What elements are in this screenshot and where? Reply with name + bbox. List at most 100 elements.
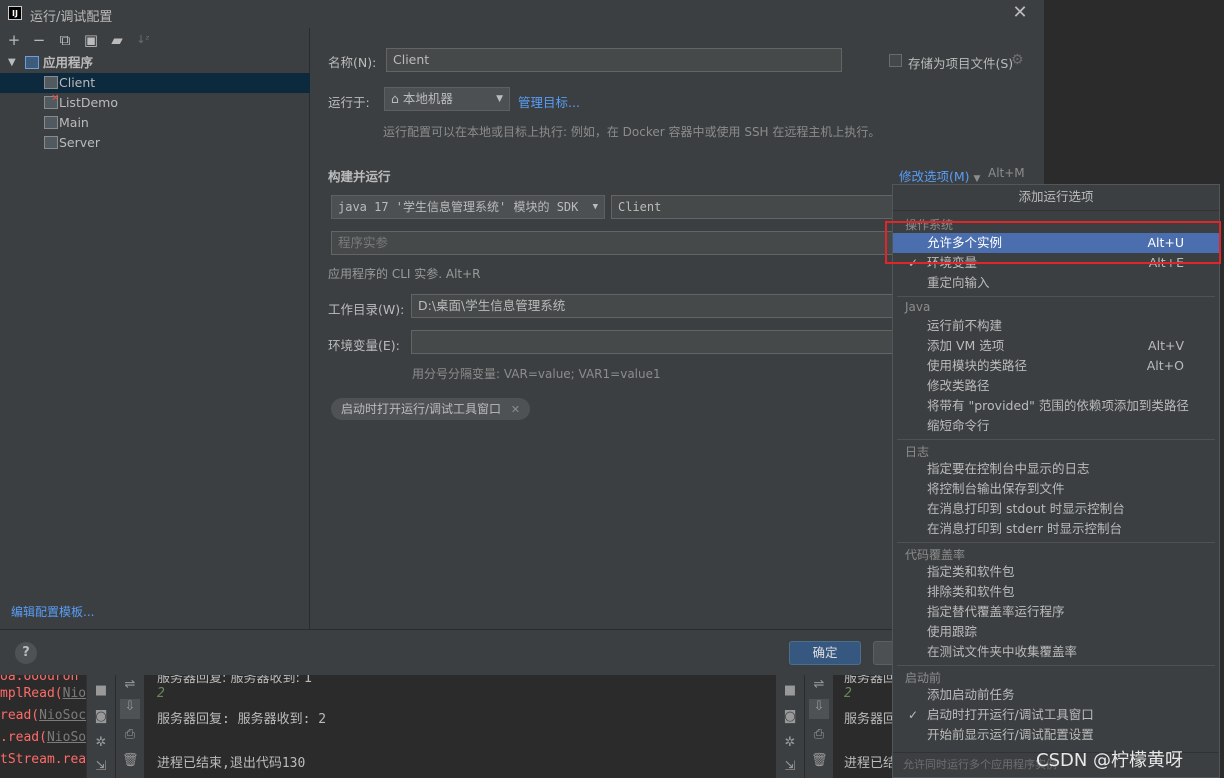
sdk-dropdown[interactable]: java 17 '学生信息管理系统' 模块的 SDK ▼ xyxy=(331,195,605,219)
trash-icon[interactable]: 🗑 xyxy=(811,753,828,769)
code-line: read(NioSock xyxy=(0,708,86,723)
popup-item[interactable]: 使用模块的类路径 Alt+O xyxy=(893,356,1219,376)
popup-item[interactable]: 使用跟踪 xyxy=(893,622,1219,642)
name-label: 名称(N): xyxy=(328,55,377,70)
popup-item[interactable]: 缩短命令行 xyxy=(893,416,1219,436)
tree-root-label: 应用程序 xyxy=(43,55,94,70)
console-line: 服务器回 xyxy=(844,712,897,727)
save-icon[interactable]: ▣ xyxy=(83,32,99,48)
console-line: 服务器回复: 服务器收到: 2 xyxy=(157,712,327,727)
code-line: .read(NioSo xyxy=(0,730,86,745)
sort-icon[interactable]: ↓ᶻ xyxy=(135,32,151,48)
folder-add-icon[interactable]: ▰ xyxy=(109,32,125,48)
add-icon[interactable]: + xyxy=(6,32,22,48)
popup-footer-text: 允许同时运行多个应用程序实例 xyxy=(903,758,1057,771)
edit-templates-link[interactable]: 编辑配置模板... xyxy=(11,603,94,620)
tree-root-application[interactable]: ▼ 应用程序 xyxy=(0,53,310,73)
modify-options-link[interactable]: 修改选项(M) ▼ xyxy=(899,166,980,185)
popup-item-label: 在测试文件夹中收集覆盖率 xyxy=(927,644,1078,659)
popup-group-title: 日志 xyxy=(905,445,930,459)
copy-icon[interactable]: ⧉ xyxy=(57,32,73,48)
popup-item[interactable]: 指定类和软件包 xyxy=(893,562,1219,582)
chip-label: 启动时打开运行/调试工具窗口 xyxy=(341,402,502,416)
console-toolbar-outer: ■ ◙ ✲ ⇲ xyxy=(87,675,115,778)
name-input[interactable]: Client xyxy=(386,48,842,72)
env-input[interactable] xyxy=(411,330,893,354)
code-line: mplRead(Nio xyxy=(0,686,86,701)
store-project-file-checkbox[interactable] xyxy=(889,54,902,67)
gear-icon[interactable]: ⚙ xyxy=(1011,52,1024,68)
popup-item[interactable]: 运行前不构建 xyxy=(893,316,1219,336)
dialog-titlebar[interactable] xyxy=(0,0,1044,28)
sdk-value: java 17 '学生信息管理系统' 模块的 SDK xyxy=(338,200,579,214)
workdir-label: 工作目录(W): xyxy=(328,302,405,317)
java-class-icon xyxy=(44,136,58,149)
tree-item-label: Client xyxy=(59,75,96,90)
home-icon: ⌂ xyxy=(391,91,399,106)
settings-icon[interactable]: ✲ xyxy=(93,735,109,751)
popup-item[interactable]: 排除类和软件包 xyxy=(893,582,1219,602)
print-icon[interactable]: ⎙ xyxy=(811,727,827,743)
popup-item[interactable]: 指定替代覆盖率运行程序 xyxy=(893,602,1219,622)
popup-group-title: Java xyxy=(905,300,931,314)
stop-icon[interactable]: ■ xyxy=(93,683,109,699)
chevron-down-icon[interactable]: ▼ xyxy=(8,53,16,73)
popup-item[interactable]: 开始前显示运行/调试配置设置 xyxy=(893,725,1219,745)
console-exit-line: 进程已结束,退出代码130 xyxy=(157,756,306,771)
popup-item-shortcut: Alt+V xyxy=(1148,338,1184,353)
help-button[interactable]: ? xyxy=(15,642,37,664)
stop-icon[interactable]: ■ xyxy=(782,683,798,699)
popup-item-label: 在消息打印到 stderr 时显示控制台 xyxy=(927,521,1123,536)
remove-icon[interactable]: − xyxy=(31,32,47,48)
tree-item-listdemo[interactable]: ✕ ListDemo xyxy=(0,93,310,113)
camera-icon[interactable]: ◙ xyxy=(782,709,798,725)
exit-icon[interactable]: ⇲ xyxy=(782,759,798,775)
scroll-to-end-icon[interactable]: ⇩ xyxy=(120,699,140,719)
popup-item-label: 将带有 "provided" 范围的依赖项添加到类路径 xyxy=(927,398,1189,413)
settings-icon[interactable]: ✲ xyxy=(782,735,798,751)
store-project-file-label: 存储为项目文件(S) xyxy=(908,56,1014,71)
popup-item[interactable]: 指定要在控制台中显示的日志 xyxy=(893,459,1219,479)
dialog-title: 运行/调试配置 xyxy=(30,10,113,25)
popup-item[interactable]: 在消息打印到 stderr 时显示控制台 xyxy=(893,519,1219,539)
scroll-to-end-icon[interactable]: ⇩ xyxy=(809,699,829,719)
popup-item[interactable]: ✓ 启动时打开运行/调试工具窗口 xyxy=(893,705,1219,725)
env-hint: 用分号分隔变量: VAR=value; VAR1=value1 xyxy=(412,367,661,381)
open-tool-window-chip[interactable]: 启动时打开运行/调试工具窗口 ✕ xyxy=(331,398,531,420)
popup-item-label: 运行前不构建 xyxy=(927,318,1003,333)
popup-item[interactable]: 在消息打印到 stdout 时显示控制台 xyxy=(893,499,1219,519)
popup-item[interactable]: 将带有 "provided" 范围的依赖项添加到类路径 xyxy=(893,396,1219,416)
soft-wrap-icon[interactable]: ⇌ xyxy=(811,677,827,693)
print-icon[interactable]: ⎙ xyxy=(122,727,138,743)
popup-item[interactable]: 在测试文件夹中收集覆盖率 xyxy=(893,642,1219,662)
manage-targets-link[interactable]: 管理目标... xyxy=(518,92,580,111)
console-toolbar-inner: ⇌ ⇩ ⎙ 🗑 xyxy=(805,675,833,778)
trash-icon[interactable]: 🗑 xyxy=(122,753,139,769)
popup-item[interactable]: 添加启动前任务 xyxy=(893,685,1219,705)
close-icon[interactable]: ✕ xyxy=(1010,3,1030,23)
tree-item-client[interactable]: Client xyxy=(0,73,310,93)
popup-separator xyxy=(897,296,1215,297)
popup-item-label: 添加启动前任务 xyxy=(927,687,1015,702)
build-run-section-title: 构建并运行 xyxy=(328,169,391,184)
main-class-input[interactable]: Client xyxy=(611,195,893,219)
camera-icon[interactable]: ◙ xyxy=(93,709,109,725)
env-label: 环境变量(E): xyxy=(328,338,400,353)
soft-wrap-icon[interactable]: ⇌ xyxy=(122,677,138,693)
chevron-down-icon: ▼ xyxy=(496,94,503,104)
tree-item-server[interactable]: Server xyxy=(0,133,310,153)
popup-item[interactable]: 将控制台输出保存到文件 xyxy=(893,479,1219,499)
run-on-hint: 运行配置可以在本地或目标上执行: 例如，在 Docker 容器中或使用 SSH … xyxy=(383,125,881,139)
ok-button[interactable]: 确定 xyxy=(789,641,861,665)
tree-item-main[interactable]: Main xyxy=(0,113,310,133)
exit-icon[interactable]: ⇲ xyxy=(93,759,109,775)
run-on-value: 本地机器 xyxy=(402,91,453,106)
run-on-dropdown[interactable]: ⌂ 本地机器 ▼ xyxy=(384,87,510,111)
workdir-input[interactable]: D:\桌面\学生信息管理系统 xyxy=(411,294,893,318)
popup-item[interactable]: 修改类路径 xyxy=(893,376,1219,396)
popup-item-redirect-input[interactable]: 重定向输入 xyxy=(893,273,1219,293)
close-icon[interactable]: ✕ xyxy=(511,403,520,416)
popup-item[interactable]: 添加 VM 选项 Alt+V xyxy=(893,336,1219,356)
popup-separator xyxy=(897,665,1215,666)
program-args-input[interactable]: 程序实参 xyxy=(331,231,893,255)
